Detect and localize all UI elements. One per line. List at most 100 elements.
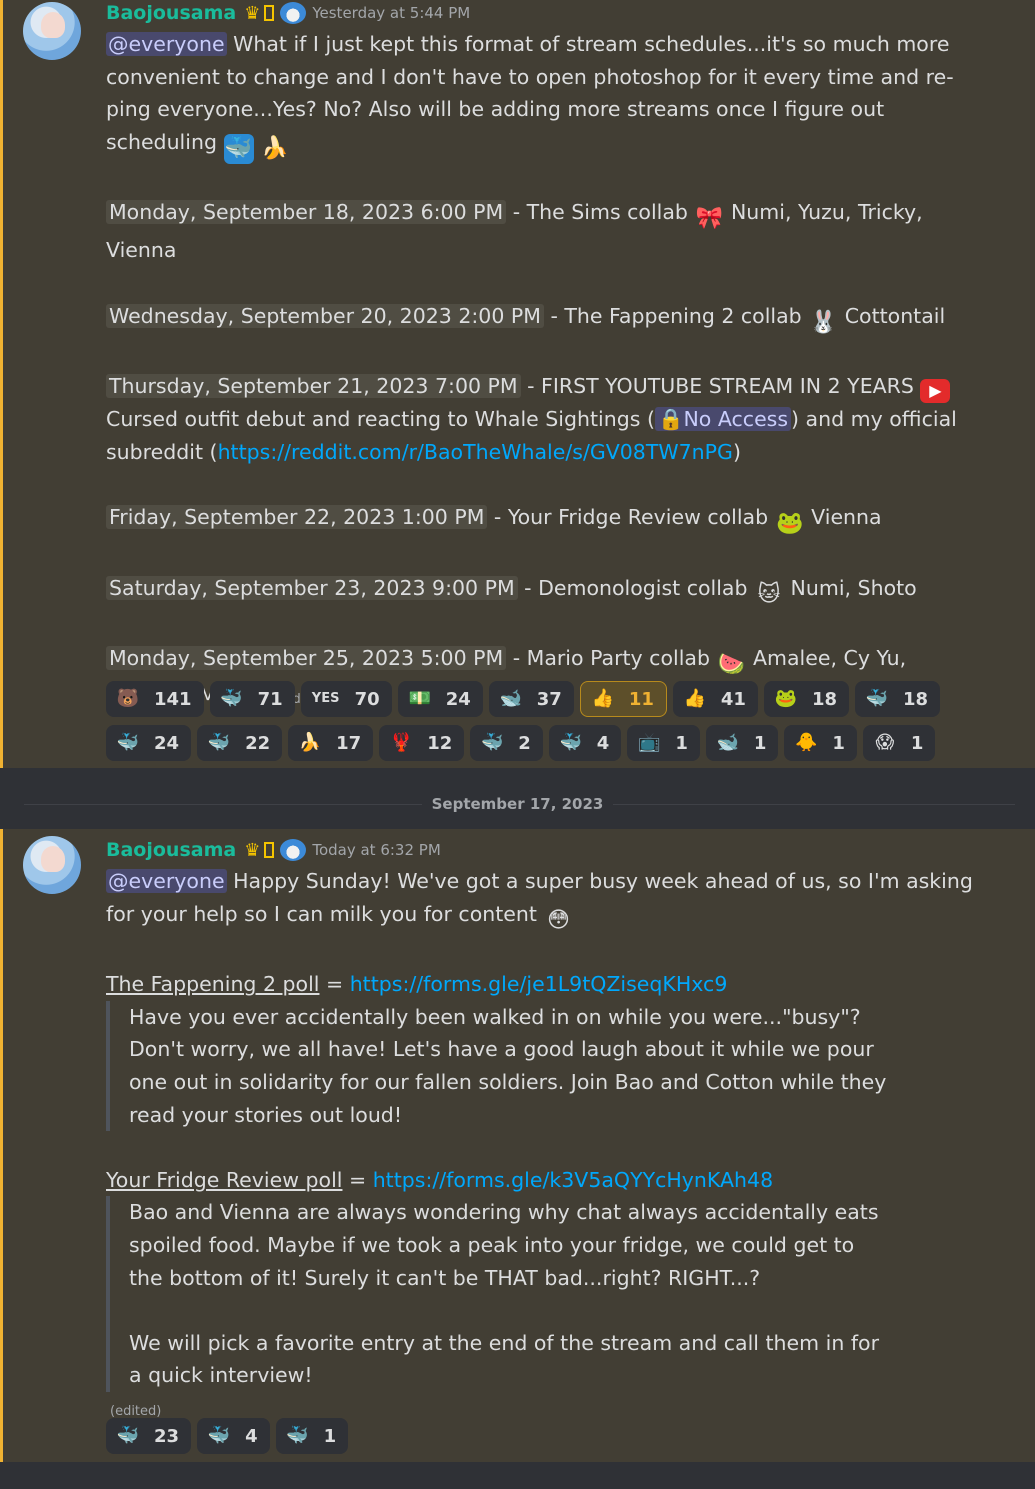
reaction-button[interactable]: 🐳 1 (275, 1418, 349, 1454)
everyone-mention[interactable]: @everyone (106, 869, 227, 893)
schedule-line: Monday, September 18, 2023 6:00 PM - The… (106, 200, 923, 263)
message-header: Baojousama ♛ Today at 6:32 PM (106, 837, 441, 863)
bear-icon: 🐻 (116, 688, 140, 709)
whale-icon: 🐳 (481, 732, 504, 753)
schedule-line: Wednesday, September 20, 2023 2:00 PM - … (106, 300, 976, 338)
lock-icon: 🔒 (657, 407, 684, 432)
crown-icon: ♛ (244, 2, 261, 24)
reaction-button-active[interactable]: 👍 11 (579, 681, 667, 717)
reaction-button[interactable]: 📺 1 (627, 725, 700, 761)
frog-emoji-icon: 🐸 (775, 510, 804, 536)
reaction-button[interactable]: 🐳 2 (470, 725, 543, 761)
schedule-timestamp[interactable]: Friday, September 22, 2023 1:00 PM (106, 504, 488, 529)
poll-link[interactable]: https://forms.gle/k3V5aQYYcHynKAh48 (373, 1168, 773, 1192)
reaction-button[interactable]: 🐋 37 (488, 681, 574, 717)
whale-icon: 🐳 (286, 1425, 309, 1446)
reaction-button[interactable]: 🐳 22 (197, 725, 283, 761)
cat-emoji-icon: 🐱 (757, 581, 781, 607)
reaction-button[interactable]: 🍌 17 (288, 725, 374, 761)
reaction-button[interactable]: 🐳 4 (548, 725, 622, 761)
reaction-button[interactable]: 🐥 1 (784, 725, 857, 761)
reaction-button[interactable]: 🐸 18 (763, 681, 850, 717)
thumbs-up-icon: 👍 (591, 688, 615, 709)
flushed-face-icon: 😳 (546, 907, 570, 933)
reaction-button[interactable]: 🐳 18 (855, 681, 941, 717)
user-avatar[interactable] (23, 2, 81, 60)
whale-icon: 🐋 (499, 688, 522, 709)
whale-icon: 🐳 (207, 732, 231, 753)
reactions-row-2: 🐳 24 🐳 22 🍌 17 🦞 12 🐳 2 🐳 4 📺 1 🐋 1 🐥 1 😱 1 (106, 725, 936, 761)
reaction-button[interactable]: 🐳 4 (197, 1418, 270, 1454)
username[interactable]: Baojousama (106, 2, 236, 24)
whale-icon (280, 839, 307, 861)
schedule-timestamp[interactable]: Monday, September 25, 2023 5:00 PM (106, 646, 507, 671)
blockquote: Have you ever accidentally been walked i… (106, 1000, 889, 1132)
whale-icon: 🐋 (716, 732, 740, 753)
reaction-button[interactable]: 💵 24 (397, 681, 483, 717)
badge-icon (264, 5, 275, 21)
schedule-line: Friday, September 22, 2023 1:00 PM - You… (106, 501, 976, 539)
money-icon: 💵 (408, 688, 431, 709)
reaction-button[interactable]: 👍 41 (672, 681, 758, 717)
date-divider: September 17, 2023 (0, 768, 1035, 829)
reaction-button[interactable]: 🐳 23 (106, 1418, 192, 1454)
message-content: @everyone What if I just kept this forma… (106, 28, 976, 717)
blockquote: Bao and Vienna are always wondering why … (106, 1196, 889, 1392)
message-content: @everyone Happy Sunday! We've got a supe… (106, 869, 973, 1419)
poll-label: The Fappening 2 poll (106, 972, 320, 997)
whale-icon: 🐳 (207, 1425, 231, 1446)
bunny-emoji-icon: 🐰 (809, 309, 837, 335)
reactions-row: 🐳 23 🐳 4 🐳 1 (106, 1418, 349, 1454)
message-timestamp[interactable]: Yesterday at 5:44 PM (312, 4, 470, 22)
message-header: Baojousama ♛ Yesterday at 5:44 PM (106, 0, 470, 26)
whale-icon (280, 2, 307, 24)
whale-icon: 🐳 (220, 688, 243, 709)
tv-icon: 📺 (638, 732, 661, 753)
crown-icon: ♛ (244, 839, 261, 861)
whale-icon: 🐳 (559, 732, 582, 753)
intro-text: Happy Sunday! We've got a super busy wee… (106, 869, 973, 926)
message-1: Baojousama ♛ Yesterday at 5:44 PM @every… (0, 0, 1035, 768)
schedule-timestamp[interactable]: Saturday, September 23, 2023 9:00 PM (106, 575, 518, 600)
lobster-icon: 🦞 (389, 732, 413, 753)
message-timestamp[interactable]: Today at 6:32 PM (312, 841, 440, 859)
whale-icon: 🐳 (865, 688, 889, 709)
reaction-button[interactable]: 🐳 71 (209, 681, 295, 717)
badge-icon (264, 842, 275, 858)
scream-icon: 😱 (875, 732, 895, 753)
reaction-button[interactable]: 🦞 12 (379, 725, 465, 761)
everyone-mention[interactable]: @everyone (106, 32, 227, 56)
banana-icon: 🍌 (298, 732, 322, 753)
schedule-line: Saturday, September 23, 2023 9:00 PM - D… (106, 572, 976, 610)
message-2: Baojousama ♛ Today at 6:32 PM @everyone … (0, 829, 1035, 1462)
banana-emoji-icon: 🍌 (261, 135, 289, 161)
subreddit-link[interactable]: https://reddit.com/r/BaoTheWhale/s/GV08T… (218, 440, 733, 464)
edited-label: (edited) (110, 1403, 162, 1419)
whale-icon: 🐳 (116, 1425, 140, 1446)
chick-icon: 🐥 (795, 732, 818, 753)
reaction-button[interactable]: YES 70 (300, 681, 392, 717)
ribbon-emoji-icon: 🎀 (695, 206, 724, 232)
schedule-timestamp[interactable]: Monday, September 18, 2023 6:00 PM (106, 200, 507, 225)
whale-emoji-icon: 🐳 (223, 133, 254, 164)
poll-label: Your Fridge Review poll (106, 1167, 343, 1192)
username[interactable]: Baojousama (106, 839, 236, 861)
watermelon-emoji-icon: 🍉 (717, 652, 746, 678)
poll-link[interactable]: https://forms.gle/je1L9tQZiseqKHxc9 (350, 972, 728, 996)
reaction-button[interactable]: 🐻 141 (106, 681, 204, 717)
schedule-line-thursday: Thursday, September 21, 2023 7:00 PM - F… (106, 374, 957, 464)
date-divider-label: September 17, 2023 (421, 795, 614, 813)
schedule-timestamp[interactable]: Wednesday, September 20, 2023 2:00 PM (106, 303, 544, 328)
reaction-button[interactable]: 🐳 24 (106, 725, 192, 761)
frog-icon: 🐸 (774, 688, 798, 709)
yes-icon: YES (311, 691, 340, 706)
schedule-timestamp[interactable]: Thursday, September 21, 2023 7:00 PM (106, 374, 521, 399)
no-access-channel[interactable]: 🔒No Access (654, 407, 792, 432)
reaction-button[interactable]: 🐋 1 (705, 725, 779, 761)
reactions-row-1: 🐻 141 🐳 71 YES 70 💵 24 🐋 37 👍 11 👍 41 🐸 18 🐳 18 (106, 681, 941, 717)
thumbs-up-icon: 👍 (683, 688, 707, 709)
whale-icon: 🐳 (116, 732, 140, 753)
user-avatar[interactable] (23, 836, 81, 894)
youtube-emoji-icon: ▶ (920, 379, 951, 404)
reaction-button[interactable]: 😱 1 (862, 725, 936, 761)
